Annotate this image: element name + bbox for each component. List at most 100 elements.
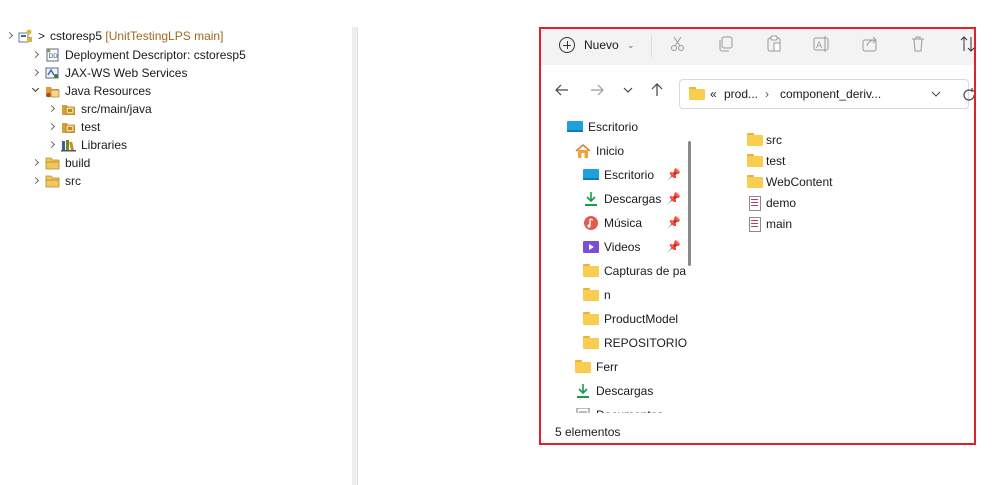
nav-item-label: Inicio [596, 144, 625, 158]
share-icon[interactable] [861, 35, 879, 53]
file-name: src [766, 133, 782, 147]
copy-icon[interactable] [717, 35, 735, 53]
tree-item-label: test [81, 120, 101, 134]
refresh-icon[interactable] [960, 86, 976, 104]
sort-icon[interactable] [959, 35, 976, 53]
tree-item-libraries[interactable]: Libraries [48, 136, 342, 154]
project-icon [18, 29, 32, 43]
nav-item-label: Escritorio [604, 168, 655, 182]
nav-item-label: Descargas [604, 192, 662, 206]
command-bar: Nuevo ⌄ A [541, 29, 974, 65]
cut-icon[interactable] [669, 35, 687, 53]
navigation-pane: Escritorio Inicio Escritorio 📌 Descargas… [541, 113, 691, 413]
video-icon [583, 241, 599, 253]
tree-item-label: src/main/java [81, 102, 152, 116]
nav-item-descargas-pinned[interactable]: Descargas 📌 [583, 187, 687, 211]
chevron-right-icon[interactable] [6, 27, 16, 45]
chevron-right-icon[interactable] [48, 118, 58, 136]
chevron-down-icon[interactable] [930, 88, 942, 100]
file-name: WebContent [766, 175, 833, 189]
tree-item-project[interactable]: > cstoresp5 [UnitTestingLPS main] [6, 27, 346, 45]
web-services-icon [45, 67, 59, 79]
file-name: test [766, 154, 786, 168]
svg-text:A: A [816, 41, 823, 51]
tree-item-test[interactable]: test [48, 118, 342, 136]
tree-item-jax-ws[interactable]: JAX-WS Web Services [32, 64, 342, 82]
nav-item-label: Capturas de pa [604, 264, 687, 278]
breadcrumb-overflow[interactable]: « [710, 87, 717, 101]
nav-item-inicio[interactable]: Inicio [575, 139, 687, 163]
pin-icon[interactable]: 📌 [667, 211, 681, 235]
rename-icon[interactable]: A [813, 35, 831, 53]
delete-icon[interactable] [909, 35, 927, 53]
nav-item-productmodel[interactable]: ProductModel [583, 307, 687, 331]
nav-item-ferr[interactable]: Ferr [575, 355, 687, 379]
nav-item-label: Escritorio [588, 120, 639, 134]
nav-item-repositorio[interactable]: REPOSITORIO [583, 331, 687, 355]
folder-icon [747, 133, 763, 147]
nav-item-label: Videos [604, 240, 641, 254]
file-explorer-window: Nuevo ⌄ A « prod... › component_deriv...… [539, 27, 976, 445]
nav-item-label: Documentos [596, 403, 663, 413]
nav-item-descargas[interactable]: Descargas [575, 379, 687, 403]
tree-item-label: src [65, 174, 81, 188]
music-icon [584, 216, 598, 230]
back-arrow-icon[interactable] [553, 81, 571, 99]
chevron-right-icon[interactable] [32, 154, 42, 172]
file-list-pane: src test WebContent demo main [691, 113, 974, 413]
new-button-label: Nuevo [584, 38, 619, 52]
chevron-right-icon[interactable] [48, 136, 58, 154]
nav-item-label: n [604, 288, 611, 302]
nav-item-documentos[interactable]: Documentos [575, 403, 687, 413]
home-icon [575, 144, 591, 158]
folder-icon [583, 312, 599, 326]
chevron-right-icon[interactable] [32, 64, 42, 82]
tree-item-label: Deployment Descriptor: cstoresp5 [65, 48, 246, 62]
deployment-descriptor-icon: DD [46, 48, 59, 62]
svg-text:DD: DD [49, 53, 59, 60]
tree-item-build[interactable]: build [32, 154, 342, 172]
tree-item-java-resources[interactable]: Java Resources [32, 82, 342, 100]
java-resources-icon [46, 87, 60, 98]
paste-icon[interactable] [765, 35, 783, 53]
nav-item-label: Música [604, 216, 643, 230]
pin-icon[interactable]: 📌 [667, 163, 681, 187]
libraries-icon [61, 140, 76, 152]
forward-arrow-icon[interactable] [588, 81, 606, 99]
pin-icon[interactable]: 📌 [667, 235, 681, 259]
tree-item-prefix: > [38, 29, 46, 43]
chevron-down-icon[interactable] [32, 82, 42, 100]
branch-label: [UnitTestingLPS main] [102, 29, 224, 43]
tree-item-src[interactable]: src [32, 172, 342, 190]
tree-item-label: build [65, 156, 91, 170]
tree-item-label: Libraries [81, 138, 128, 152]
chevron-right-icon[interactable] [48, 100, 58, 118]
folder-icon [575, 360, 591, 374]
nav-item-n[interactable]: n [583, 283, 687, 307]
folder-icon [747, 154, 763, 168]
pane-divider-line [357, 27, 358, 485]
tree-item-deployment-descriptor[interactable]: DD Deployment Descriptor: cstoresp5 [32, 46, 342, 64]
nav-item-escritorio[interactable]: Escritorio [567, 115, 687, 139]
file-icon [747, 217, 763, 232]
breadcrumb-item[interactable]: component_deriv... [780, 87, 881, 101]
plus-icon [559, 37, 575, 53]
folder-icon [583, 336, 599, 350]
nav-item-escritorio-pinned[interactable]: Escritorio 📌 [583, 163, 687, 187]
folder-icon [583, 288, 599, 302]
nav-item-musica-pinned[interactable]: Música 📌 [583, 211, 687, 235]
chevron-right-icon[interactable] [32, 46, 42, 64]
pin-icon[interactable]: 📌 [667, 187, 681, 211]
breadcrumb-item[interactable]: prod... [724, 87, 758, 101]
address-bar[interactable]: « prod... › component_deriv... [679, 79, 969, 109]
desktop-icon [583, 169, 599, 180]
up-arrow-icon[interactable] [648, 81, 666, 99]
status-bar-item-count: 5 elementos [555, 425, 621, 439]
chevron-right-icon[interactable] [32, 172, 42, 190]
package-folder-icon [62, 105, 75, 115]
recent-locations-chevron-icon[interactable] [619, 81, 637, 99]
nav-item-label: Ferr [596, 360, 618, 374]
nav-item-videos-pinned[interactable]: Videos 📌 [583, 235, 687, 259]
nav-item-capturas[interactable]: Capturas de pa [583, 259, 687, 283]
tree-item-src-main-java[interactable]: src/main/java [48, 100, 342, 118]
